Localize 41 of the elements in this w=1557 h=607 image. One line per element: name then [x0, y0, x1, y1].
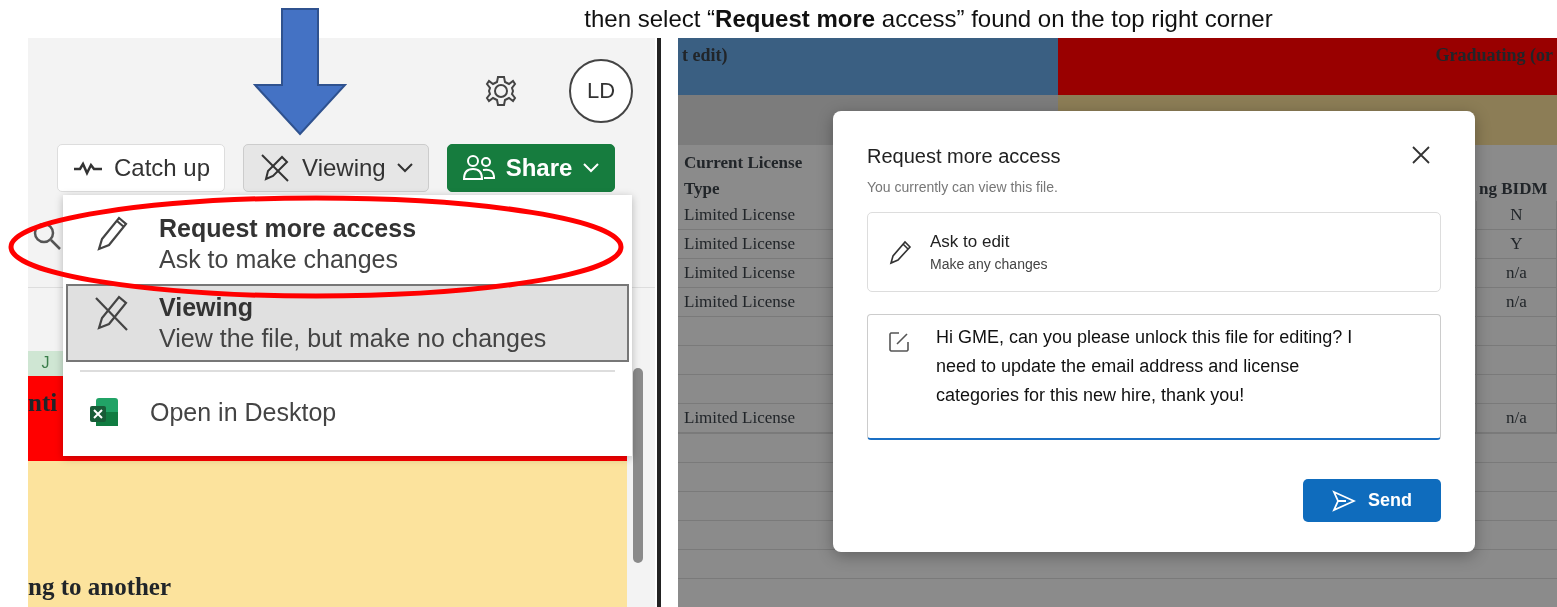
table-cell: Graduating (or: [1058, 38, 1557, 95]
dialog-subtitle: You currently can view this file.: [867, 178, 1059, 197]
menu-item-description: Ask to make changes: [159, 244, 399, 276]
message-field[interactable]: Hi GME, can you please unlock this file for editing? I need to update the email address and license categories for this new hire, thank you!: [867, 314, 1441, 441]
menu-item[interactable]: Viewing View the file, but make no changes: [66, 283, 629, 362]
pencil-icon: [888, 239, 912, 266]
menu-item-title: Request more access: [159, 213, 417, 244]
column-heading: Current License Type: [684, 152, 804, 200]
table-cell-text: n/a: [1506, 291, 1527, 314]
table-cell-text: Limited License: [684, 262, 795, 285]
option-button[interactable]: Ask to edit Make any changes: [867, 212, 1441, 293]
table-cell-text: n/a: [1506, 407, 1527, 430]
share-button[interactable]: Share: [446, 144, 616, 192]
caption: then select “Request more access” found on the top right corner: [584, 4, 1273, 34]
table-cell-text: Limited License: [684, 233, 795, 256]
menu-item[interactable]: Request more access Ask to make changes: [66, 205, 629, 284]
people-icon: [461, 153, 496, 183]
table-cell: ng to another: [28, 461, 627, 607]
menu-item-title: Viewing: [159, 291, 254, 323]
column-header: J: [28, 351, 63, 376]
table-cell-text: N: [1510, 204, 1523, 227]
column-heading: ng BIDM: [1479, 177, 1548, 200]
avatar-button[interactable]: LD: [569, 58, 633, 123]
send-button[interactable]: Send: [1303, 479, 1441, 522]
table-cell-text: n/a: [1506, 262, 1527, 285]
close-button[interactable]: [1411, 145, 1431, 165]
table-cell-text: Limited License: [684, 291, 795, 314]
chevron-down-icon: [395, 162, 414, 174]
menu-item[interactable]: Open in Desktop: [66, 380, 629, 446]
dialog-title: Request more access: [867, 144, 1061, 169]
send-icon: [1332, 489, 1356, 512]
compose-icon: [887, 330, 911, 355]
table-cell-text: Limited License: [684, 407, 795, 430]
table-cell-text: Y: [1510, 233, 1523, 256]
table-cell-text: Limited License: [684, 204, 795, 227]
table-cell: t edit): [678, 38, 1058, 95]
chevron-down-icon: [582, 162, 601, 174]
scrollbar-thumb[interactable]: [633, 368, 643, 563]
menu-item-description: View the file, but make no changes: [159, 322, 547, 354]
catch-up-button[interactable]: Catch up: [57, 144, 226, 192]
viewing-button[interactable]: Viewing: [243, 144, 429, 192]
